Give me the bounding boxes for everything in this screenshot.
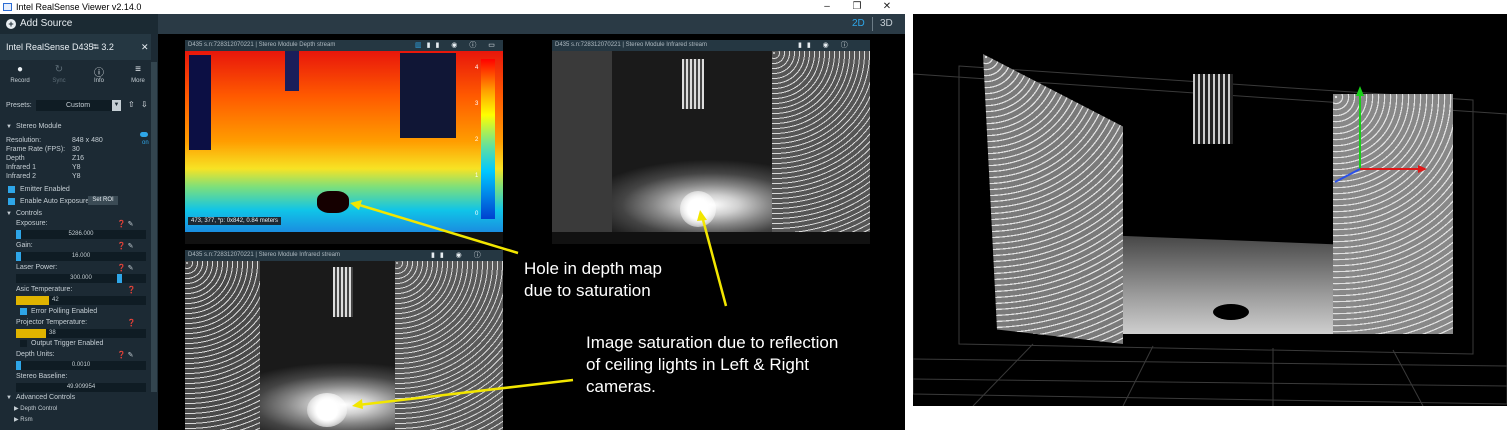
annotation-line: Image saturation due to reflection (586, 333, 839, 352)
annotation-line: cameras. (586, 377, 656, 396)
minimize-button[interactable]: – (812, 0, 842, 14)
arrow-to-hole (355, 202, 519, 255)
point-cloud-view[interactable] (913, 14, 1507, 406)
figure: Intel RealSense Viewer v2.14.0 – ❐ ✕ + A… (0, 0, 1507, 430)
arrow-to-saturation-right (700, 215, 728, 307)
annotation-line: of ceiling lights in Left & Right (586, 355, 810, 374)
viewer-area: + Add Source 2D 3D Intel RealSense D435 … (0, 14, 905, 430)
arrowhead (1356, 86, 1364, 96)
arrowhead (352, 399, 363, 409)
window-titlebar: Intel RealSense Viewer v2.14.0 – ❐ ✕ (0, 0, 905, 14)
arrowhead (350, 200, 362, 210)
axis-gizmo (1334, 86, 1427, 183)
arrowhead (1418, 165, 1427, 173)
app-icon (3, 3, 12, 11)
arrowhead (697, 210, 707, 221)
hole-annotation: Hole in depth map due to saturation (524, 258, 662, 302)
arrow-to-saturation-bottom (357, 378, 574, 407)
close-window-button[interactable]: ✕ (872, 0, 902, 14)
annotation-line: due to saturation (524, 281, 651, 300)
window-title: Intel RealSense Viewer v2.14.0 (16, 2, 142, 12)
maximize-button[interactable]: ❐ (842, 0, 872, 14)
z-axis (1334, 168, 1361, 183)
annotation-line: Hole in depth map (524, 259, 662, 278)
saturation-annotation: Image saturation due to reflection of ce… (586, 332, 838, 398)
